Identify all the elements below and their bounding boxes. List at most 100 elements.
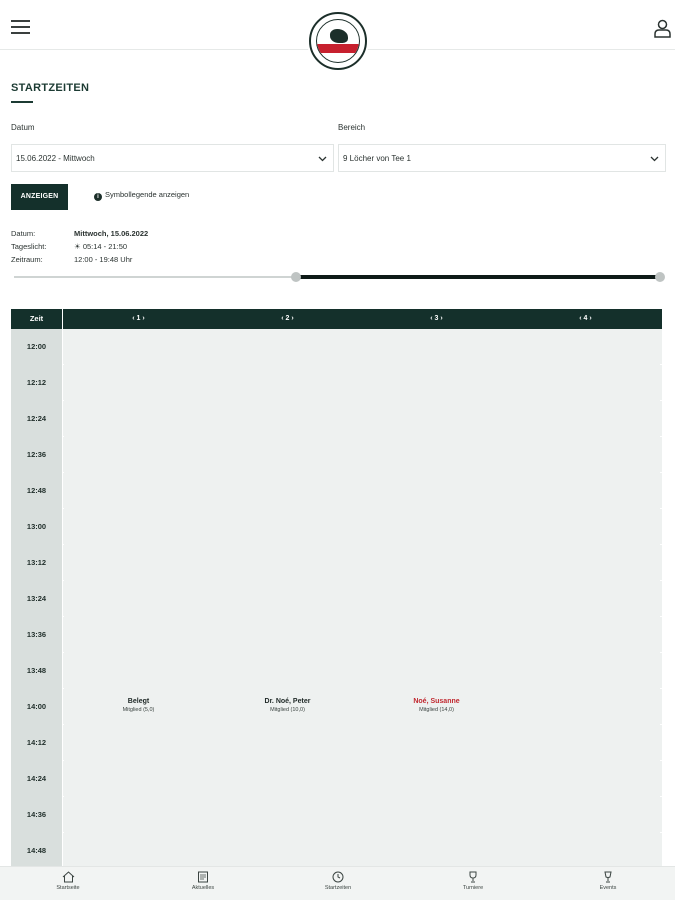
tee-slot[interactable] — [511, 725, 660, 761]
tee-slot[interactable] — [511, 509, 660, 545]
nav-tee-times[interactable]: Startzeiten — [303, 871, 373, 891]
tee-slot[interactable] — [362, 545, 511, 581]
user-icon[interactable] — [654, 19, 671, 38]
booking-entry: Belegt Mitglied (5,0) — [64, 698, 213, 713]
tee-1-header[interactable]: ‹ 1 › — [64, 309, 213, 329]
bottom-navigation: Startseite Aktuelles Startzeiten Turnier… — [0, 866, 675, 900]
tee-slot[interactable] — [362, 761, 511, 797]
tee-slot[interactable] — [64, 437, 213, 473]
tee-slot[interactable] — [362, 833, 511, 867]
tee-slot[interactable] — [511, 617, 660, 653]
tee-slot[interactable] — [511, 401, 660, 437]
tee-slot[interactable] — [511, 581, 660, 617]
time-cell: 12:36 — [11, 437, 63, 473]
tee-slot[interactable] — [213, 653, 362, 689]
tee-slot[interactable] — [511, 473, 660, 509]
home-icon — [62, 871, 74, 883]
tee-2-header[interactable]: ‹ 2 › — [213, 309, 362, 329]
club-logo[interactable] — [309, 12, 367, 70]
tee-slot[interactable] — [362, 653, 511, 689]
tee-slot[interactable] — [213, 365, 362, 401]
info-daylight-key: Tageslicht: — [11, 242, 47, 251]
time-slider-track[interactable] — [14, 276, 296, 278]
tee-slot[interactable] — [511, 833, 660, 867]
tee-slot[interactable] — [64, 545, 213, 581]
tee-4-header[interactable]: ‹ 4 › — [511, 309, 660, 329]
date-select[interactable]: 15.06.2022 - Mittwoch — [11, 144, 334, 172]
tee-slot[interactable] — [362, 329, 511, 365]
tee-slot[interactable] — [213, 545, 362, 581]
tee-slot[interactable] — [64, 329, 213, 365]
booking-membership: Mitglied (5,0) — [122, 707, 155, 713]
tee-slot[interactable] — [213, 797, 362, 833]
tee-slot[interactable] — [213, 581, 362, 617]
table-row: 12:24 — [11, 401, 662, 437]
tee-slot[interactable] — [64, 617, 213, 653]
nav-events[interactable]: Events — [573, 871, 643, 891]
tee-slot[interactable] — [362, 365, 511, 401]
table-row: 12:00 — [11, 329, 662, 365]
tee-slot[interactable] — [511, 797, 660, 833]
tee-slot[interactable] — [64, 833, 213, 867]
tee-slot[interactable] — [64, 401, 213, 437]
tee-slot[interactable] — [213, 401, 362, 437]
tee-slot[interactable] — [213, 617, 362, 653]
tee-slot[interactable] — [362, 617, 511, 653]
tee-slot[interactable] — [362, 797, 511, 833]
tee-slot[interactable] — [362, 725, 511, 761]
tee-slot[interactable]: Belegt Mitglied (5,0) — [64, 689, 213, 725]
tee-slot[interactable] — [511, 689, 660, 725]
tee-slot[interactable] — [511, 545, 660, 581]
tee-slot[interactable] — [362, 401, 511, 437]
tee-slot[interactable] — [511, 437, 660, 473]
time-slider-range[interactable] — [296, 275, 660, 279]
tee-slot[interactable] — [511, 365, 660, 401]
tee-slot[interactable] — [213, 833, 362, 867]
menu-icon[interactable] — [11, 20, 30, 34]
tee-slot[interactable] — [64, 653, 213, 689]
nav-tournaments[interactable]: Turniere — [438, 871, 508, 891]
time-slider-end-handle[interactable] — [655, 272, 665, 282]
page-title: STARTZEITEN — [11, 82, 90, 94]
tee-slot[interactable] — [64, 581, 213, 617]
tee-slot[interactable] — [213, 329, 362, 365]
tee-slot[interactable] — [511, 653, 660, 689]
tee-slot[interactable] — [64, 725, 213, 761]
area-select[interactable]: 9 Löcher von Tee 1 — [338, 144, 666, 172]
tee-slot[interactable] — [362, 581, 511, 617]
tee-slot[interactable] — [64, 509, 213, 545]
tee-slot[interactable] — [64, 365, 213, 401]
tee-slot[interactable] — [213, 725, 362, 761]
tee-slot[interactable]: Dr. Noé, Peter Mitglied (10,0) — [213, 689, 362, 725]
time-cell: 12:24 — [11, 401, 63, 437]
nav-home-label: Startseite — [56, 885, 80, 891]
table-row: 12:36 — [11, 437, 662, 473]
tee-slot[interactable] — [213, 437, 362, 473]
show-button[interactable]: ANZEIGEN — [11, 184, 68, 210]
tee-slot[interactable] — [213, 509, 362, 545]
tee-3-header[interactable]: ‹ 3 › — [362, 309, 511, 329]
info-period-key: Zeitraum: — [11, 255, 43, 264]
tee-slot[interactable] — [213, 761, 362, 797]
tee-time-table: Zeit ‹ 1 › ‹ 2 › ‹ 3 › ‹ 4 › 12:00 12:12 1… — [11, 309, 662, 867]
daylight-times: 05:14 - 21:50 — [82, 242, 128, 251]
tee-slot[interactable]: Noé, Susanne Mitglied (14,0) — [362, 689, 511, 725]
title-underline — [11, 101, 33, 103]
tee-slot[interactable] — [362, 509, 511, 545]
tee-slot[interactable] — [362, 473, 511, 509]
time-slider-start-handle[interactable] — [291, 272, 301, 282]
tee-slot[interactable] — [213, 473, 362, 509]
nav-news[interactable]: Aktuelles — [168, 871, 238, 891]
table-row: 13:48 — [11, 653, 662, 689]
table-row: 13:36 — [11, 617, 662, 653]
tee-slot[interactable] — [511, 761, 660, 797]
tee-slot[interactable] — [64, 797, 213, 833]
tee-slot[interactable] — [64, 761, 213, 797]
symbol-legend-link[interactable]: i Symbollegende anzeigen — [94, 190, 189, 201]
table-row: 14:48 — [11, 833, 662, 867]
tee-slot[interactable] — [362, 437, 511, 473]
tee-slot[interactable] — [64, 473, 213, 509]
trophy-icon — [469, 871, 477, 883]
nav-home[interactable]: Startseite — [33, 871, 103, 891]
tee-slot[interactable] — [511, 329, 660, 365]
